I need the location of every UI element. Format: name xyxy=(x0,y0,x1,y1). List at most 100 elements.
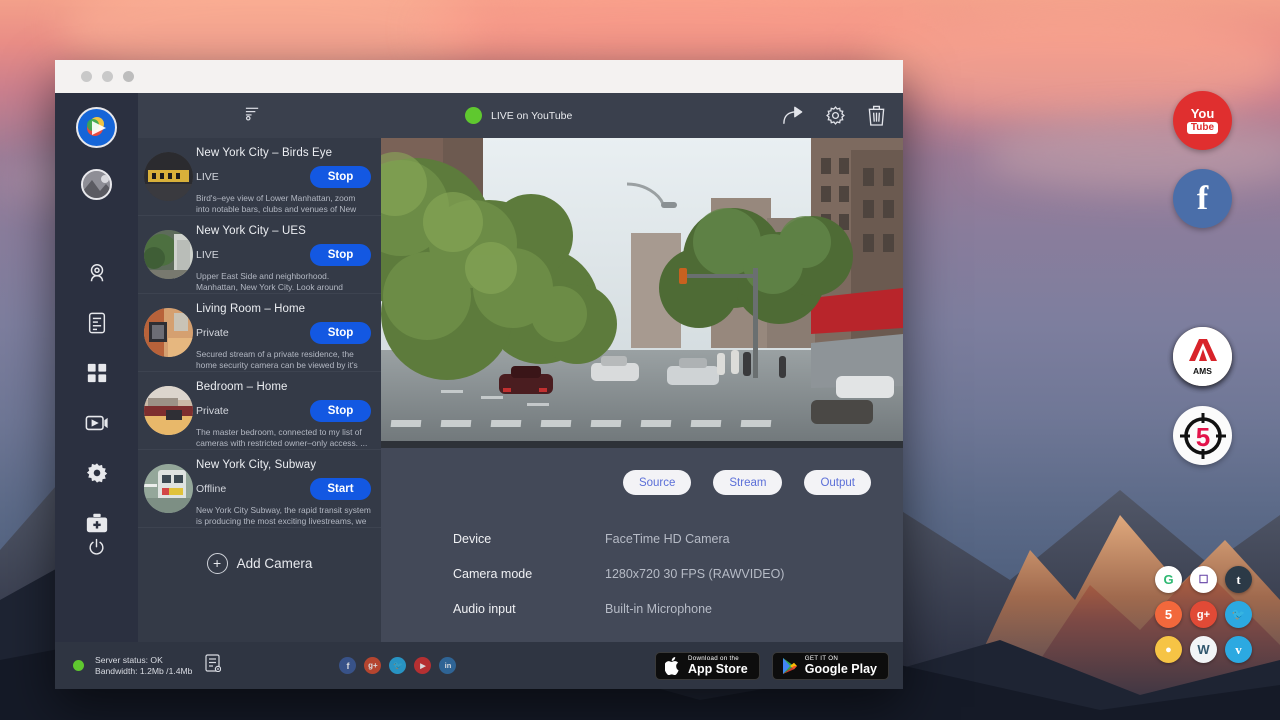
camera-thumbnail xyxy=(144,464,193,513)
camera-title: New York City – Birds Eye xyxy=(196,147,371,159)
settings-tabs[interactable]: Source Stream Output xyxy=(381,448,903,495)
camera-list-item[interactable]: New York City – Birds Eye LIVE Stop Bird… xyxy=(138,138,381,216)
share-arrow-glyph xyxy=(782,106,804,126)
launcher-channel-five[interactable]: 5 xyxy=(1173,406,1232,465)
camera-action-button[interactable]: Stop xyxy=(310,166,371,188)
server-status: Server status: OK Bandwidth: 1.2Mb /1.4M… xyxy=(73,654,221,677)
tab-stream[interactable]: Stream xyxy=(713,470,782,495)
main-toolbar: LIVE on YouTube xyxy=(381,93,903,138)
info-value[interactable]: 1280x720 30 FPS (RAWVIDEO) xyxy=(605,567,784,581)
play-logo-icon xyxy=(84,115,110,141)
app-store-badge[interactable]: Download on the App Store xyxy=(655,652,760,680)
camera-action-button[interactable]: Stop xyxy=(310,244,371,266)
info-row-camera-mode: Camera mode 1280x720 30 FPS (RAWVIDEO) xyxy=(453,556,903,591)
social-twitter[interactable]: 🐦 xyxy=(389,657,406,674)
bedroom-thumb xyxy=(144,386,193,435)
camera-action-button[interactable]: Stop xyxy=(310,400,371,422)
camera-thumbnail xyxy=(144,386,193,435)
add-camera-button[interactable]: + Add Camera xyxy=(138,528,381,598)
video-preview[interactable] xyxy=(381,138,903,448)
mini-icon-twitter[interactable]: 🐦 xyxy=(1225,601,1252,628)
sidebar-item-dashboard[interactable] xyxy=(55,348,138,398)
mini-icon-twitch[interactable]: ☐ xyxy=(1190,566,1217,593)
camera-state: LIVE xyxy=(196,171,310,183)
mini-icon-flickr[interactable]: ● xyxy=(1155,636,1182,663)
info-value[interactable]: Built-in Microphone xyxy=(605,602,712,616)
app-logo[interactable] xyxy=(76,107,117,148)
camera-state: Private xyxy=(196,405,310,417)
mini-icon-wordpress[interactable]: W xyxy=(1190,636,1217,663)
trash-icon[interactable] xyxy=(867,105,886,126)
avatar-photo xyxy=(83,171,112,200)
live-status-label: LIVE on YouTube xyxy=(491,110,572,122)
mini-icon-google-plus[interactable]: g+ xyxy=(1190,601,1217,628)
sidebar-item-settings[interactable] xyxy=(55,448,138,498)
living-room-thumb xyxy=(144,308,193,357)
window-close-button[interactable] xyxy=(81,71,92,82)
sidebar-item-cameras[interactable] xyxy=(55,248,138,298)
tab-source[interactable]: Source xyxy=(623,470,691,495)
launcher-adobe-ams-badge[interactable]: AMS xyxy=(1173,327,1232,386)
app-store-bottom-label: App Store xyxy=(688,663,748,676)
svg-text:5: 5 xyxy=(1195,422,1209,452)
bandwidth-label: Bandwidth: 1.2Mb /1.4Mb xyxy=(95,666,192,676)
webcam-icon xyxy=(86,262,108,284)
camera-action-button[interactable]: Stop xyxy=(310,322,371,344)
launcher-youtube[interactable]: You Tube xyxy=(1173,91,1232,150)
share-icon[interactable] xyxy=(782,106,804,126)
device-list-icon xyxy=(87,312,107,334)
video-icon xyxy=(85,413,109,433)
sort-icon[interactable] xyxy=(244,105,261,127)
social-youtube[interactable]: ▶ xyxy=(414,657,431,674)
social-links[interactable]: f g+ 🐦 ▶ in xyxy=(339,657,456,674)
info-label: Device xyxy=(453,532,605,546)
social-facebook[interactable]: f xyxy=(339,657,356,674)
source-info-table: Device FaceTime HD Camera Camera mode 12… xyxy=(381,495,903,626)
camera-list-item[interactable]: New York City, Subway Offline Start New … xyxy=(138,450,381,528)
mini-icon-vimeo[interactable]: v xyxy=(1225,636,1252,663)
target-icon: 5 xyxy=(1179,412,1227,460)
social-linkedin[interactable]: in xyxy=(439,657,456,674)
info-value[interactable]: FaceTime HD Camera xyxy=(605,532,730,546)
main-panel: LIVE on YouTube xyxy=(381,93,903,642)
camera-title: New York City – UES xyxy=(196,225,371,237)
user-avatar[interactable] xyxy=(81,169,112,200)
camera-list[interactable]: New York City – Birds Eye LIVE Stop Bird… xyxy=(138,138,381,642)
google-play-top-label: GET IT ON xyxy=(805,656,877,662)
mini-icon-tumblr[interactable]: t xyxy=(1225,566,1252,593)
gear-icon xyxy=(86,462,108,484)
gear-icon[interactable] xyxy=(825,105,846,126)
nyc-subway-thumb xyxy=(144,464,193,513)
camera-list-item[interactable]: Bedroom – Home Private Stop The master b… xyxy=(138,372,381,450)
sort-icon-glyph xyxy=(244,105,261,122)
camera-thumbnail xyxy=(144,230,193,279)
app-store-top-label: Download on the xyxy=(688,656,748,662)
mini-icon-grasshopper[interactable]: G xyxy=(1155,566,1182,593)
window-titlebar xyxy=(55,60,903,93)
sidebar-item-recordings[interactable] xyxy=(55,398,138,448)
google-play-badge[interactable]: GET IT ON Google Play xyxy=(772,652,889,680)
window-minimize-button[interactable] xyxy=(102,71,113,82)
camera-state: LIVE xyxy=(196,249,310,261)
camera-thumbnail xyxy=(144,152,193,201)
mini-icon-ustream[interactable]: 5 xyxy=(1155,601,1182,628)
sidebar-item-power[interactable] xyxy=(55,522,138,572)
camera-action-button[interactable]: Start xyxy=(310,478,371,500)
social-google-plus[interactable]: g+ xyxy=(364,657,381,674)
camera-description: Upper East Side and neighborhood. Manhat… xyxy=(196,271,371,292)
power-icon xyxy=(87,538,106,557)
log-document-icon[interactable] xyxy=(205,654,221,677)
camera-description: New York City Subway, the rapid transit … xyxy=(196,505,371,526)
sidebar-item-devices[interactable] xyxy=(55,298,138,348)
launcher-facebook[interactable]: f xyxy=(1173,169,1232,228)
app-store-badges: Download on the App Store GET IT ON Goog… xyxy=(655,652,889,680)
tab-output[interactable]: Output xyxy=(804,470,871,495)
play-triangle-icon xyxy=(782,657,798,675)
server-status-label: Server status: OK xyxy=(95,655,163,665)
camera-state: Private xyxy=(196,327,310,339)
status-indicator-dot xyxy=(73,660,84,671)
camera-list-item[interactable]: New York City – UES LIVE Stop Upper East… xyxy=(138,216,381,294)
camera-list-item[interactable]: Living Room – Home Private Stop Secured … xyxy=(138,294,381,372)
window-zoom-button[interactable] xyxy=(123,71,134,82)
video-frame xyxy=(381,138,903,448)
